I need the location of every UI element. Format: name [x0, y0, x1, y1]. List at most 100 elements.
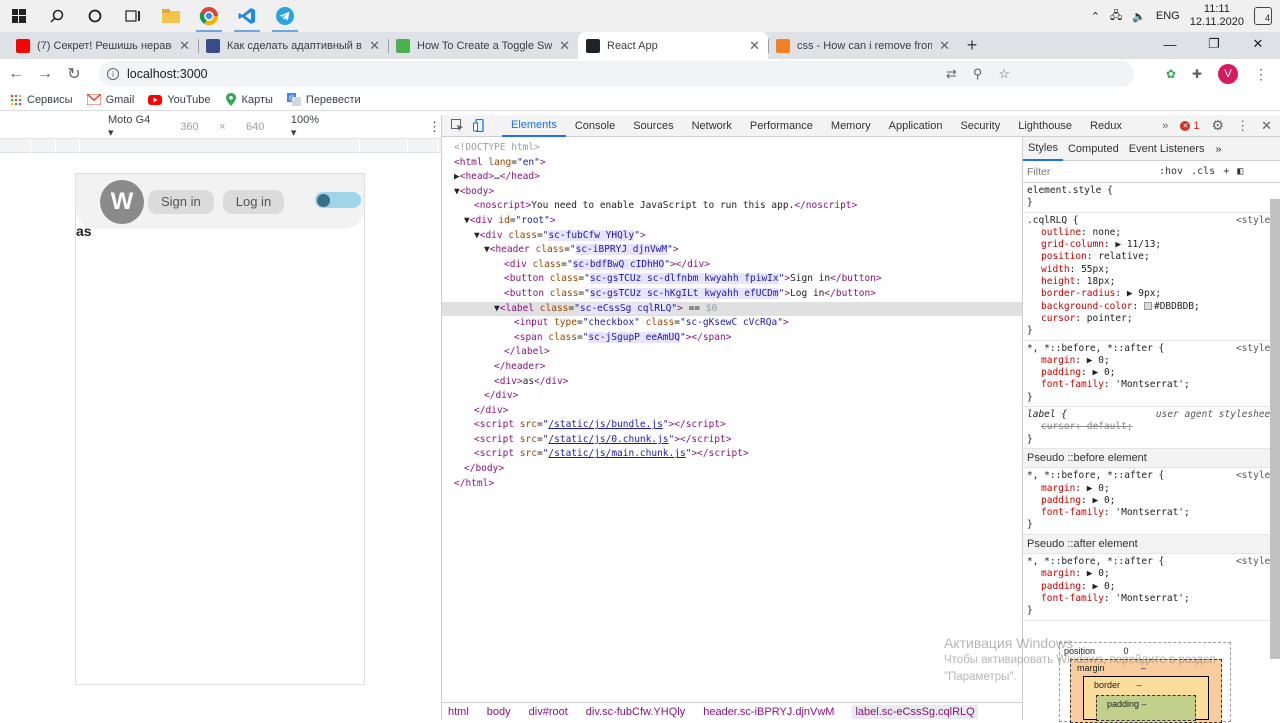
tab-close-icon[interactable]: ✕	[559, 38, 570, 54]
css-property[interactable]: padding: ▶ 0;	[1027, 495, 1276, 507]
breadcrumb-item[interactable]: header.sc-iBPRYJ.djnVwM	[703, 706, 834, 718]
chevron-up-icon[interactable]: ⌃	[1091, 10, 1100, 23]
pseudo-before-rule[interactable]: *, *::before, *::after { <style> margin:…	[1023, 468, 1280, 535]
site-info-icon[interactable]: i	[107, 68, 119, 80]
bookmark-maps[interactable]: Карты	[225, 93, 273, 106]
breadcrumb-item[interactable]: body	[487, 706, 511, 718]
bookmark-youtube[interactable]: YouTube	[148, 94, 211, 106]
css-property[interactable]: margin: ▶ 0;	[1027, 568, 1276, 580]
dom-node-line[interactable]: <script src="/static/js/0.chunk.js"></sc…	[442, 433, 1022, 448]
chrome-taskbar-icon[interactable]	[190, 0, 228, 32]
tab-close-icon[interactable]: ✕	[369, 38, 380, 54]
elements-tree[interactable]: <!DOCTYPE html> <html lang="en"> ▶<head>…<…	[442, 139, 1022, 702]
devtools-tab-application[interactable]: Application	[880, 115, 952, 137]
dom-node-line[interactable]: <button class="sc-gsTCUz sc-hKgILt kwyah…	[442, 287, 1022, 302]
task-view-icon[interactable]	[114, 0, 152, 32]
styles-tab-styles[interactable]: Styles	[1023, 137, 1063, 161]
devtools-tab-lighthouse[interactable]: Lighthouse	[1009, 115, 1081, 137]
devtools-menu-icon[interactable]: ⋮	[1236, 118, 1249, 134]
log-in-button[interactable]: Log in	[222, 189, 285, 214]
devtools-tab-performance[interactable]: Performance	[741, 115, 822, 137]
dom-node-line[interactable]: ▼<header class="sc-iBPRYJ djnVwM">	[442, 243, 1022, 258]
css-property[interactable]: border-radius: ▶ 9px;	[1027, 288, 1276, 300]
sign-in-button[interactable]: Sign in	[148, 189, 214, 214]
dom-node-line[interactable]: <div class="sc-bdfBwQ cIDhHO"></div>	[442, 258, 1022, 273]
color-swatch-icon[interactable]	[1143, 302, 1152, 311]
language-indicator[interactable]: ENG	[1156, 10, 1180, 22]
dom-node-line[interactable]: </body>	[442, 462, 1022, 477]
device-toggle-icon[interactable]	[468, 119, 490, 132]
element-style-rule[interactable]: element.style { }	[1023, 183, 1280, 213]
chrome-menu-icon[interactable]: ⋮	[1254, 66, 1268, 83]
css-property[interactable]: font-family: 'Montserrat';	[1027, 593, 1276, 605]
pseudo-after-rule[interactable]: *, *::before, *::after { <style> margin:…	[1023, 554, 1280, 621]
zoom-icon[interactable]: ⚲	[973, 66, 983, 82]
network-icon[interactable]: 🖧	[1110, 7, 1122, 26]
breadcrumb-item[interactable]: html	[448, 706, 469, 718]
computed-sidebar-icon[interactable]: ◧	[1237, 166, 1243, 177]
css-property[interactable]: margin: ▶ 0;	[1027, 483, 1276, 495]
styles-scrollbar[interactable]	[1270, 199, 1280, 659]
more-tabs-icon[interactable]: »	[1162, 120, 1168, 132]
styles-tab-event-listeners[interactable]: Event Listeners	[1124, 137, 1210, 161]
dom-node-line[interactable]: <noscript>You need to enable JavaScript …	[442, 199, 1022, 214]
new-rule-icon[interactable]: +	[1223, 166, 1229, 177]
dom-node-line[interactable]: ▼<div id="root">	[442, 214, 1022, 229]
browser-tab[interactable]: (7) Секрет! Решишь неравенство ✕	[8, 32, 198, 59]
tab-close-icon[interactable]: ✕	[749, 38, 760, 54]
devtools-tab-redux[interactable]: Redux	[1081, 115, 1131, 137]
device-height-input[interactable]: 640	[234, 118, 277, 136]
css-property[interactable]: margin: ▶ 0;	[1027, 355, 1276, 367]
tab-close-icon[interactable]: ✕	[939, 38, 950, 54]
breadcrumb-item[interactable]: div.sc-fubCfw.YHQly	[586, 706, 685, 718]
universal-rule[interactable]: *, *::before, *::after { <style> margin:…	[1023, 341, 1280, 408]
devtools-tab-console[interactable]: Console	[566, 115, 624, 137]
devtools-tab-network[interactable]: Network	[683, 115, 741, 137]
css-property[interactable]: cursor: pointer;	[1027, 313, 1276, 325]
dom-node-line[interactable]: <input type="checkbox" class="sc-gKsewC …	[442, 316, 1022, 331]
theme-toggle-switch[interactable]	[315, 192, 361, 208]
dom-node-line[interactable]: </div>	[442, 404, 1022, 419]
dom-node-line[interactable]: ▼<body>	[442, 185, 1022, 200]
bookmark-apps[interactable]: Сервисы	[10, 94, 73, 106]
volume-icon[interactable]: 🔈	[1132, 10, 1146, 23]
css-property[interactable]: height: 18px;	[1027, 276, 1276, 288]
devtools-tab-sources[interactable]: Sources	[624, 115, 682, 137]
puzzle-icon[interactable]: ✚	[1192, 67, 1202, 81]
zoom-select[interactable]: 100% ▾	[291, 114, 324, 139]
vscode-taskbar-icon[interactable]	[228, 0, 266, 32]
notification-center-icon[interactable]: 4	[1254, 7, 1272, 25]
settings-gear-icon[interactable]: ⚙	[1212, 117, 1225, 134]
css-property[interactable]: padding: ▶ 0;	[1027, 581, 1276, 593]
device-more-icon[interactable]: ⋮	[428, 119, 441, 135]
more-style-tabs-icon[interactable]: »	[1216, 143, 1222, 155]
breadcrumb-item[interactable]: div#root	[529, 706, 568, 718]
styles-tab-computed[interactable]: Computed	[1063, 137, 1124, 161]
bookmark-translate[interactable]: G Перевести	[286, 93, 361, 106]
dom-node-line[interactable]: <span class="sc-jSgupP eeAmUQ"></span>	[442, 331, 1022, 346]
dom-node-line[interactable]: </header>	[442, 360, 1022, 375]
inspect-element-icon[interactable]	[446, 119, 468, 132]
css-property[interactable]: background-color: #DBDBDB;	[1027, 301, 1276, 313]
dom-node-line[interactable]: ▶<head>…</head>	[442, 170, 1022, 185]
restore-icon[interactable]: ❐	[1192, 32, 1236, 56]
search-icon[interactable]	[38, 0, 76, 32]
translate-page-icon[interactable]: ⇄	[946, 66, 957, 82]
dom-node-line[interactable]: </html>	[442, 477, 1022, 492]
cqlRLQ-rule[interactable]: .cqlRLQ { <style> outline: none; grid-col…	[1023, 213, 1280, 341]
dom-node-line[interactable]: ▼<label class="sc-eCssSg cqlRLQ"> == $0	[442, 301, 1022, 317]
extension-icon[interactable]: ✿	[1166, 67, 1176, 81]
hov-toggle[interactable]: :hov	[1159, 166, 1183, 177]
media-query-ruler[interactable]	[0, 139, 441, 153]
dom-node-line[interactable]: <html lang="en">	[442, 156, 1022, 171]
css-property[interactable]: font-family: 'Montserrat';	[1027, 507, 1276, 519]
dom-node-line[interactable]: <script src="/static/js/bundle.js"></scr…	[442, 418, 1022, 433]
devtools-tab-security[interactable]: Security	[951, 115, 1009, 137]
dom-node-line[interactable]: <button class="sc-gsTCUz sc-dlfnbm kwyah…	[442, 272, 1022, 287]
css-property[interactable]: position: relative;	[1027, 251, 1276, 263]
bookmark-gmail[interactable]: Gmail	[86, 94, 134, 106]
css-property[interactable]: width: 55px;	[1027, 264, 1276, 276]
dom-node-line[interactable]: </label>	[442, 345, 1022, 360]
css-property[interactable]: font-family: 'Montserrat';	[1027, 379, 1276, 391]
reload-icon[interactable]: ↻	[61, 61, 87, 87]
